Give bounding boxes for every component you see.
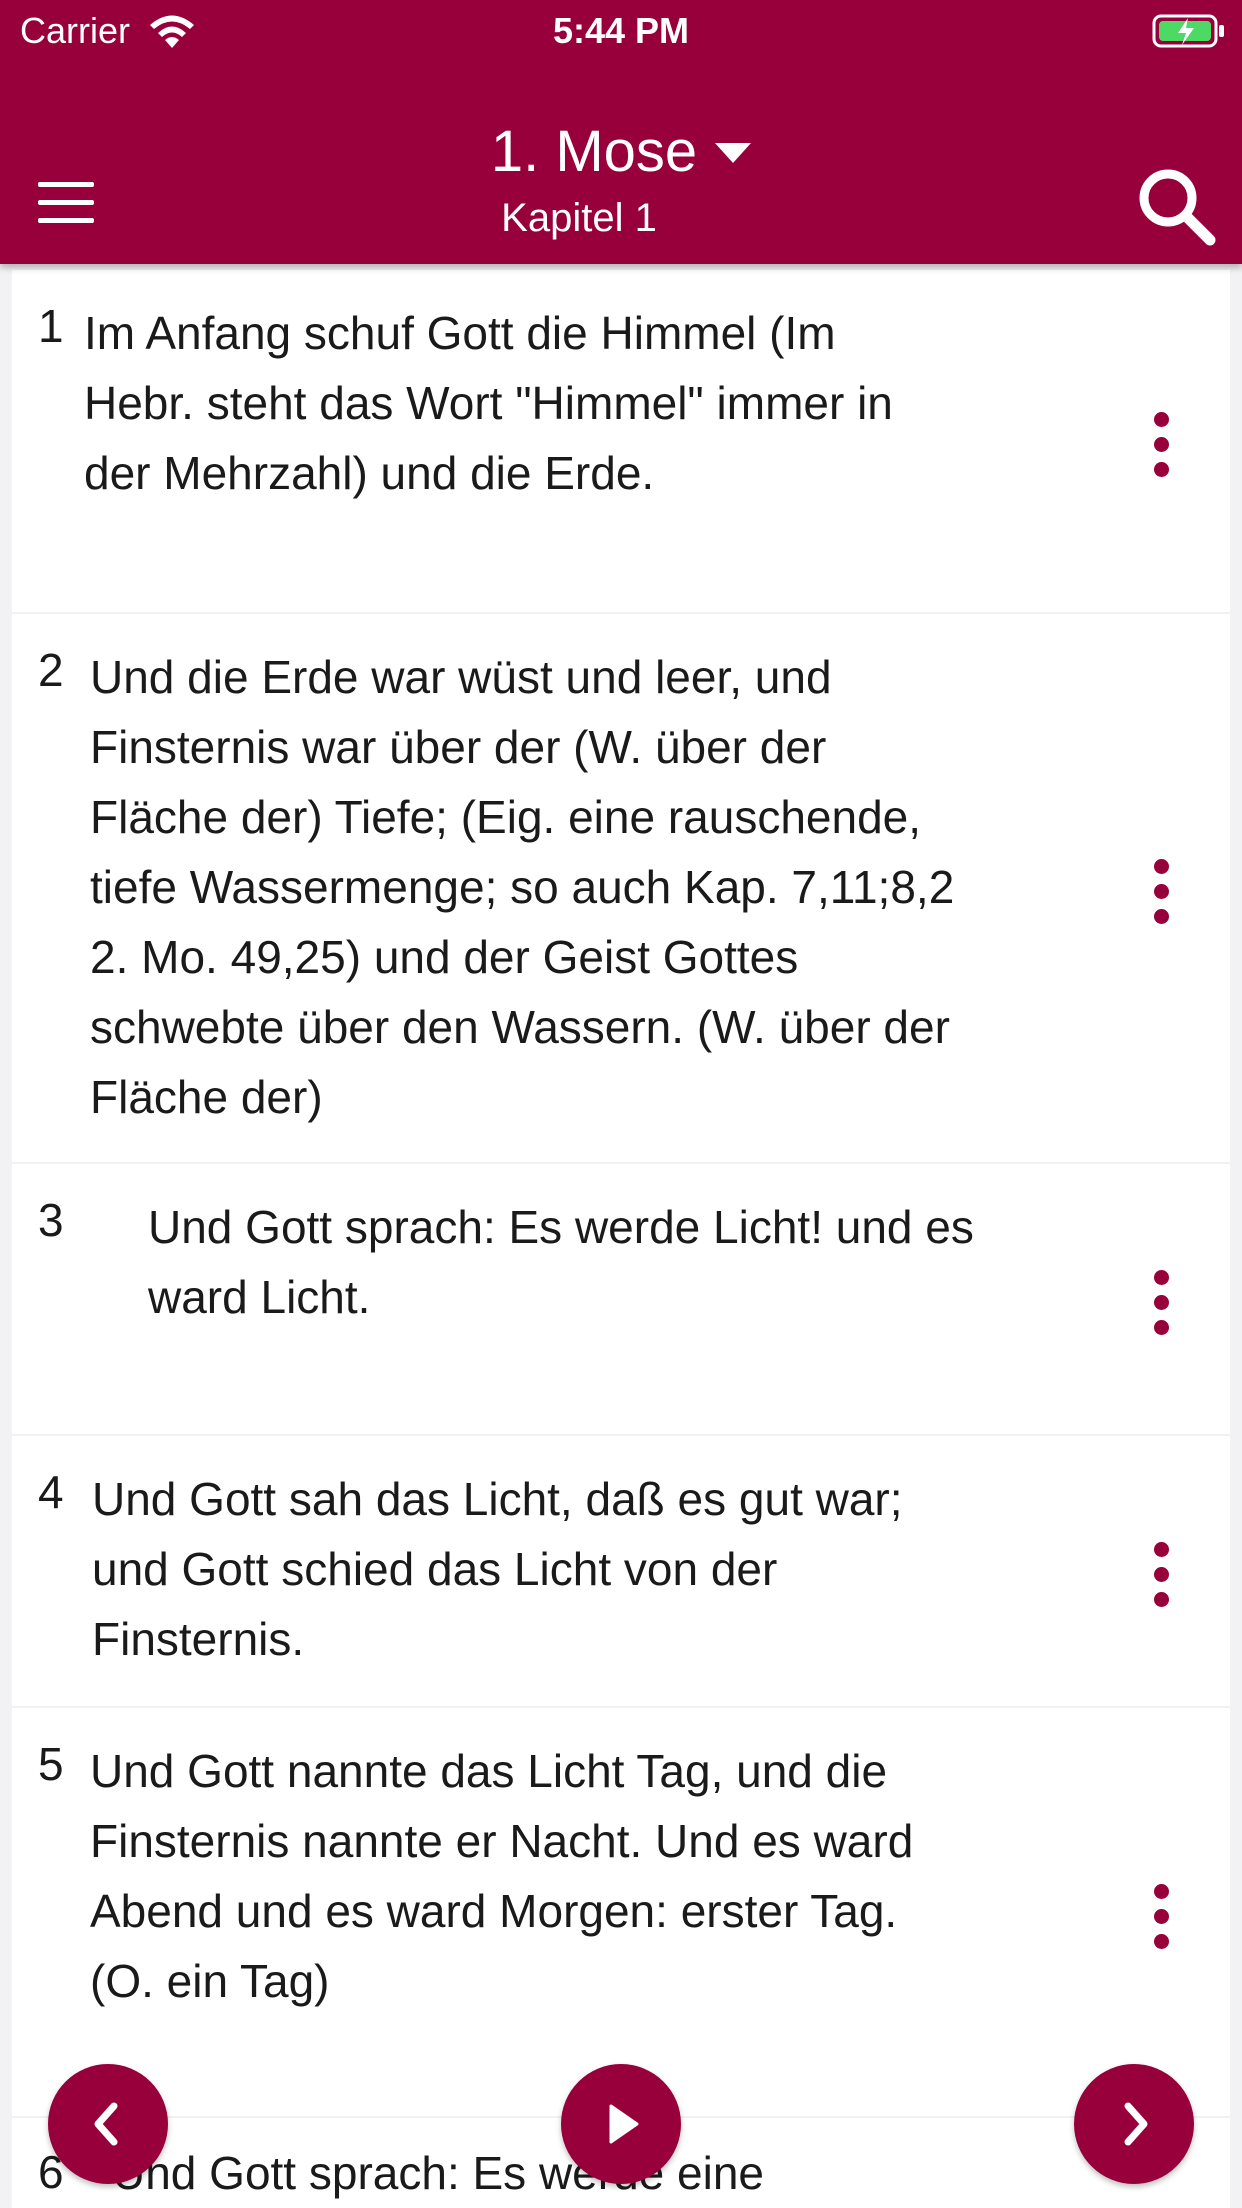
more-vertical-icon[interactable] xyxy=(1154,859,1170,934)
verse-text: Und Gott sprach: Es werde Licht! und es … xyxy=(148,1201,974,1323)
play-icon xyxy=(609,2104,639,2144)
app-header: Carrier 5:44 PM 1. Mose Kapitel 1 xyxy=(0,0,1242,264)
previous-chapter-button[interactable] xyxy=(48,2064,168,2184)
verse-number: 1 xyxy=(38,300,64,352)
caret-down-icon xyxy=(715,142,752,163)
status-time: 5:44 PM xyxy=(552,10,690,51)
verse-number: 3 xyxy=(38,1194,64,1246)
book-title: 1. Mose xyxy=(490,119,698,184)
verse-item[interactable]: 5 Und Gott nannte das Licht Tag, und die… xyxy=(12,1708,1230,2116)
play-button[interactable] xyxy=(561,2064,681,2184)
verse-item[interactable]: 3 Und Gott sprach: Es werde Licht! und e… xyxy=(12,1164,1230,1434)
verse-number: 4 xyxy=(38,1466,64,1518)
more-vertical-icon[interactable] xyxy=(1154,1270,1170,1345)
book-selector[interactable]: 1. Mose xyxy=(0,118,1242,186)
more-vertical-icon[interactable] xyxy=(1154,1542,1170,1617)
verse-text: Und die Erde war wüst und leer, und Fins… xyxy=(90,651,955,1123)
verse-text: Und Gott nannte das Licht Tag, und die F… xyxy=(90,1745,914,2007)
verse-item[interactable]: 2 Und die Erde war wüst und leer, und Fi… xyxy=(12,614,1230,1162)
more-vertical-icon[interactable] xyxy=(1154,1884,1170,1959)
battery-charging-icon xyxy=(1152,14,1224,48)
verse-text: Im Anfang schuf Gott die Himmel (Im Hebr… xyxy=(84,307,893,499)
chapter-subtitle: Kapitel 1 xyxy=(501,196,657,240)
verse-number: 5 xyxy=(38,1738,64,1790)
more-vertical-icon[interactable] xyxy=(1154,412,1170,487)
verse-item[interactable]: 4 Und Gott sah das Licht, daß es gut war… xyxy=(12,1436,1230,1706)
status-bar: Carrier 5:44 PM xyxy=(0,0,1242,64)
chevron-left-icon xyxy=(94,2102,118,2146)
next-chapter-button[interactable] xyxy=(1074,2064,1194,2184)
verse-item[interactable]: 1 Im Anfang schuf Gott die Himmel (Im He… xyxy=(12,270,1230,612)
verse-text: Und Gott sah das Licht, daß es gut war; … xyxy=(92,1473,903,1665)
verse-list[interactable]: 1 Im Anfang schuf Gott die Himmel (Im He… xyxy=(12,270,1230,2208)
chevron-right-icon xyxy=(1124,2102,1148,2146)
verse-number: 2 xyxy=(38,644,64,696)
search-icon[interactable] xyxy=(1136,166,1216,246)
